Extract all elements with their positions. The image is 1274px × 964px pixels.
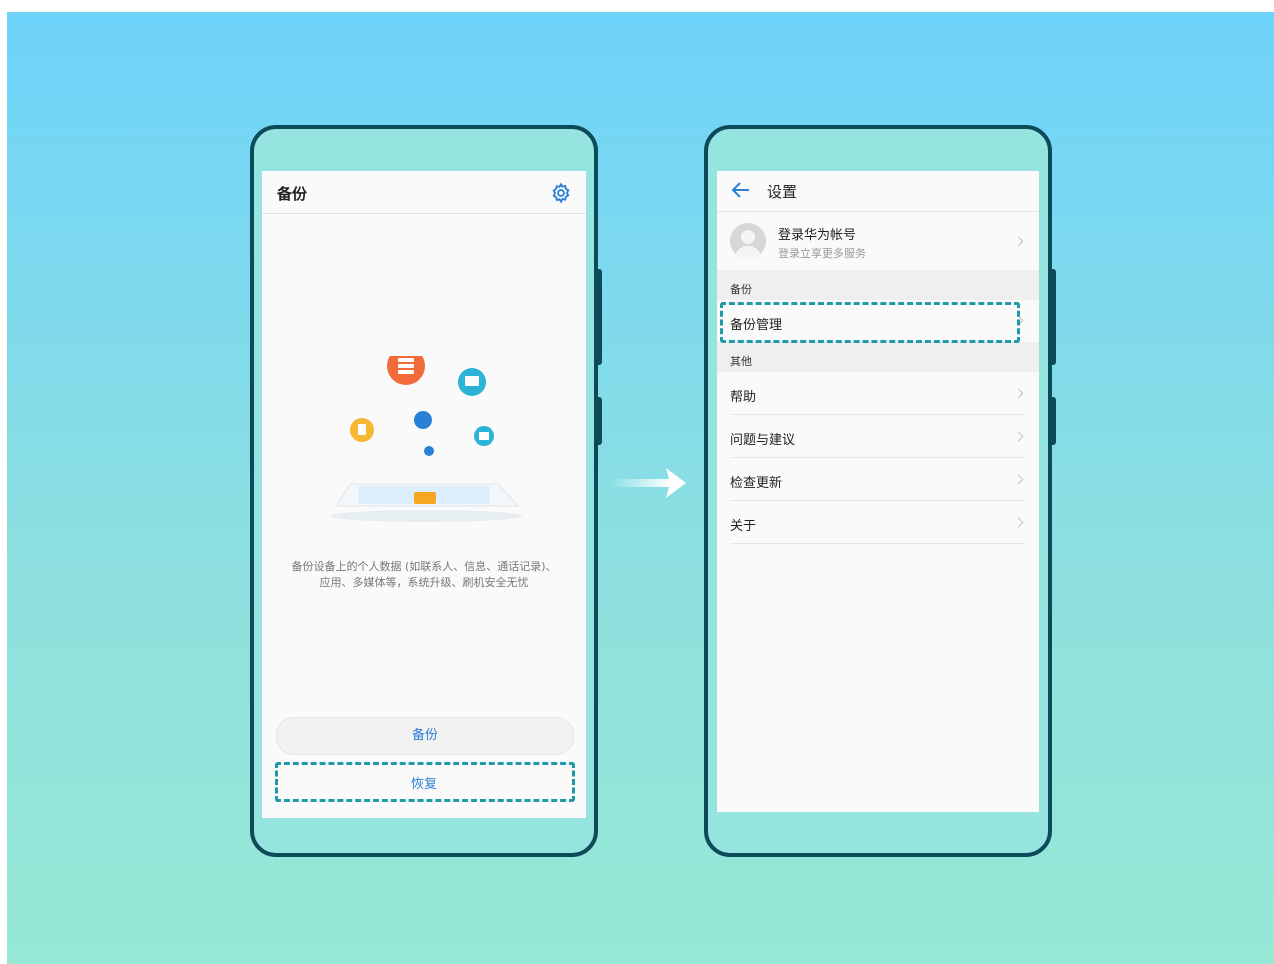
page-title: 备份	[277, 185, 308, 203]
backup-description: 备份设备上的个人数据 (如联系人、信息、通话记录)、 应用、多媒体等，系统升级、…	[274, 559, 574, 591]
backup-management-highlight	[720, 302, 1020, 343]
volume-button	[1051, 269, 1056, 365]
row-label: 帮助	[730, 390, 757, 405]
section-header-other: 其他	[717, 342, 1039, 372]
app-bar: 备份	[262, 171, 586, 214]
arrow-right-icon	[610, 468, 686, 498]
row-label: 关于	[730, 519, 757, 534]
row-about[interactable]: 关于	[717, 501, 1039, 544]
row-label: 问题与建议	[730, 433, 796, 448]
backup-screen: 备份 备份设备上的个人数据 (如联系人、信息、通话记录)、 应用、多媒体等，系统…	[262, 171, 586, 818]
chevron-right-icon	[1013, 431, 1024, 442]
description-line-1: 备份设备上的个人数据 (如联系人、信息、通话记录)、	[291, 560, 557, 573]
row-label: 检查更新	[730, 476, 783, 491]
page-title: 设置	[767, 183, 798, 201]
backup-button[interactable]: 备份	[276, 717, 574, 755]
avatar	[730, 223, 766, 259]
chevron-right-icon	[1013, 474, 1024, 485]
section-header-backup: 备份	[717, 270, 1039, 300]
divider	[730, 543, 1025, 544]
restore-highlight	[275, 762, 575, 802]
row-help[interactable]: 帮助	[717, 372, 1039, 415]
chevron-right-icon	[1013, 517, 1024, 528]
description-line-2: 应用、多媒体等，系统升级、刷机安全无忧	[319, 576, 529, 589]
power-button	[1051, 397, 1056, 445]
back-arrow-icon[interactable]	[731, 181, 751, 199]
power-button	[597, 397, 602, 445]
account-subtitle: 登录立享更多服务	[778, 247, 866, 260]
row-feedback[interactable]: 问题与建议	[717, 415, 1039, 458]
settings-screen: 设置 登录华为帐号 登录立享更多服务 备份 备份管理 其他 帮助 问题与建议 检…	[717, 171, 1039, 812]
row-check-update[interactable]: 检查更新	[717, 458, 1039, 501]
chevron-right-icon	[1013, 236, 1024, 247]
chevron-right-icon	[1013, 388, 1024, 399]
volume-button	[597, 269, 602, 365]
backup-illustration	[330, 356, 522, 522]
gear-icon[interactable]	[550, 182, 572, 204]
account-name: 登录华为帐号	[778, 228, 857, 243]
app-bar: 设置	[717, 171, 1039, 212]
account-row[interactable]: 登录华为帐号 登录立享更多服务	[717, 212, 1039, 270]
